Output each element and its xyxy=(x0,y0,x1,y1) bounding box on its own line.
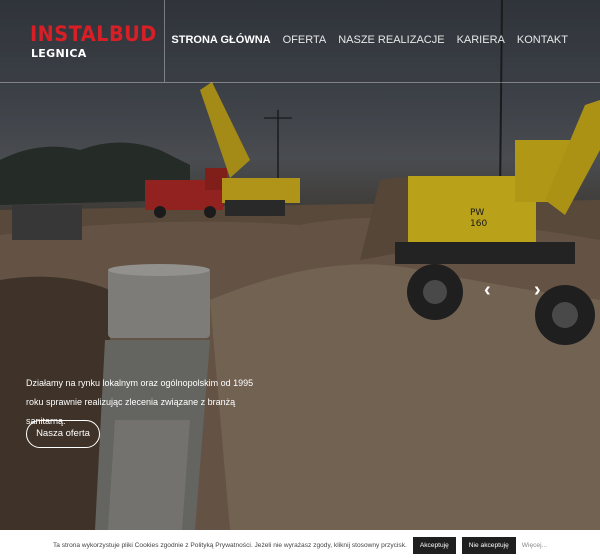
logo[interactable]: INSTALBUD LEGNICA xyxy=(0,0,165,82)
brand-name: INSTALBUD xyxy=(30,22,157,46)
cookie-bar: Ta strona wykorzystuje pliki Cookies zgo… xyxy=(0,530,600,560)
cookie-text: Ta strona wykorzystuje pliki Cookies zgo… xyxy=(52,541,407,549)
slider-prev-arrow-icon[interactable]: ‹ xyxy=(484,280,491,300)
site-header: INSTALBUD LEGNICA STRONA GŁÓWNA OFERTA N… xyxy=(0,0,600,83)
slider-next-arrow-icon[interactable]: › xyxy=(534,280,541,300)
nav-offer[interactable]: OFERTA xyxy=(283,34,327,46)
nav-contact[interactable]: KONTAKT xyxy=(517,34,568,46)
nav-home[interactable]: STRONA GŁÓWNA xyxy=(171,34,270,46)
our-offer-button[interactable]: Nasza oferta xyxy=(26,420,100,448)
cookie-more-link[interactable]: Więcej... xyxy=(522,542,547,549)
nav-career[interactable]: KARIERA xyxy=(457,34,505,46)
cookie-decline-button[interactable]: Nie akceptuję xyxy=(461,536,516,554)
main-nav: STRONA GŁÓWNA OFERTA NASZE REALIZACJE KA… xyxy=(171,34,568,46)
cookie-accept-button[interactable]: Akceptuję xyxy=(412,536,456,554)
nav-projects[interactable]: NASZE REALIZACJE xyxy=(338,34,444,46)
brand-city: LEGNICA xyxy=(31,47,87,60)
